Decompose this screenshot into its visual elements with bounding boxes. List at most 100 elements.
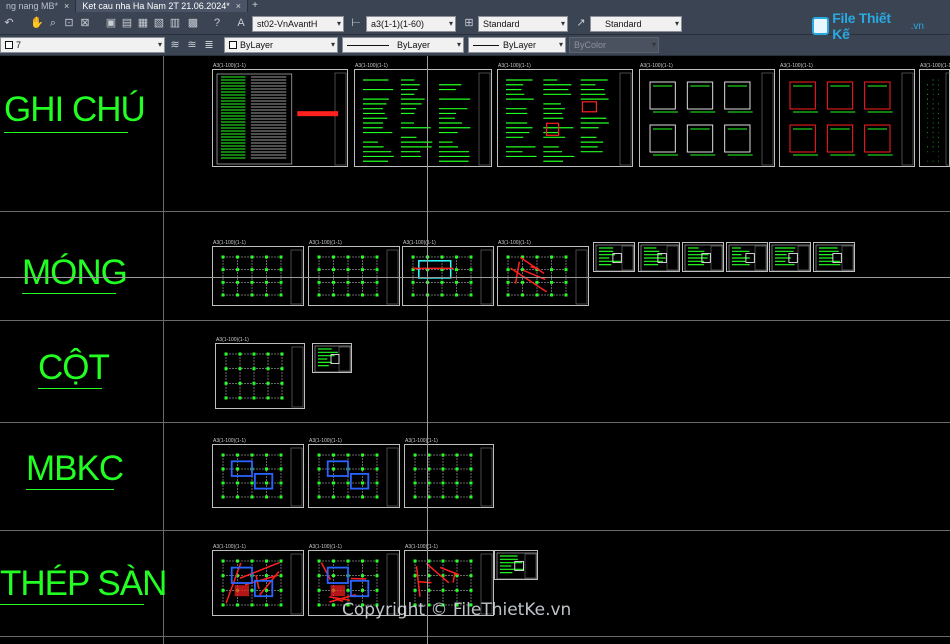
plan-column: [411, 255, 415, 259]
sheet-graphic: [496, 552, 538, 580]
plan-column: [265, 280, 268, 284]
drawing-sheet[interactable]: A3(1-100)(1-1): [919, 63, 950, 167]
drawing-sheet[interactable]: [769, 242, 811, 272]
drawing-sheet[interactable]: [813, 242, 855, 272]
new-tab-button[interactable]: +: [248, 0, 262, 12]
plan-column: [361, 268, 364, 272]
section-title-cot: CỘT: [38, 348, 110, 389]
sheet-graphic: [221, 553, 303, 615]
color-select[interactable]: ByLayer ▾: [224, 37, 338, 53]
section-title-text: GHI CHÚ: [4, 90, 146, 129]
close-icon[interactable]: ×: [64, 0, 69, 12]
plot-style-select: ByColor ▾: [569, 37, 659, 53]
markup-icon[interactable]: ▩: [186, 16, 200, 30]
layer-previous-icon[interactable]: ≊: [185, 38, 199, 52]
title-block: [478, 72, 491, 166]
save-icon[interactable]: ▣: [104, 16, 118, 30]
drawing-sheet[interactable]: A3(1-100)(1-1): [212, 544, 304, 616]
dim-style-icon[interactable]: ⊢: [349, 16, 363, 30]
plan-column: [236, 293, 239, 297]
color-swatch: [229, 41, 237, 49]
title-block: [841, 245, 854, 271]
drawing-sheet[interactable]: A3(1-100)(1-1): [354, 63, 492, 167]
drawing-sheet[interactable]: A3(1-100)(1-1): [497, 63, 633, 167]
lineweight-preview: [473, 45, 499, 46]
multileader-style-select[interactable]: Standard ▾: [590, 16, 682, 32]
drawing-sheet[interactable]: A3(1-100)(1-1): [212, 63, 348, 167]
plan-column: [250, 268, 254, 272]
document-tab-2[interactable]: Ket cau nha Ha Nam 2T 21.06.2024* ×: [76, 0, 249, 12]
plan-column: [279, 280, 283, 284]
drawing-sheet[interactable]: [726, 242, 768, 272]
plan-column: [375, 495, 379, 499]
drawing-sheet[interactable]: [638, 242, 680, 272]
drawing-sheet[interactable]: A3(1-100)(1-1): [308, 240, 400, 306]
linetype-select[interactable]: ByLayer ▾: [342, 37, 464, 53]
sheet-label: A3(1-100)(1-1): [216, 337, 249, 343]
drawing-sheet[interactable]: [593, 242, 635, 272]
plan-column: [332, 453, 335, 457]
lineweight-select[interactable]: ByLayer ▾: [468, 37, 566, 53]
zoom-icon[interactable]: ⌕: [46, 16, 60, 30]
sheet-label: A3(1-100)(1-1): [780, 63, 813, 69]
close-icon[interactable]: ×: [236, 0, 241, 12]
pan-icon[interactable]: ✋: [30, 16, 44, 30]
plan-column: [224, 352, 228, 356]
plan-column: [221, 293, 225, 297]
text-style-icon[interactable]: A: [234, 16, 248, 30]
plan-column: [221, 495, 225, 499]
drawing-sheet[interactable]: A3(1-100)(1-1): [215, 337, 305, 409]
linetype-preview: [347, 45, 389, 46]
drawing-sheet[interactable]: A3(1-100)(1-1): [497, 240, 589, 306]
sheet-set-icon[interactable]: ▥: [168, 16, 182, 30]
text-style-select[interactable]: st02-VnAvantH ▾: [252, 16, 344, 32]
plan-column: [317, 603, 321, 607]
layer-properties-icon[interactable]: ≋: [168, 38, 182, 52]
plan-column: [265, 603, 268, 607]
drawing-sheet[interactable]: A3(1-100)(1-1): [639, 63, 775, 167]
print-icon[interactable]: ▤: [120, 16, 134, 30]
title-block: [480, 447, 493, 507]
plan-column: [250, 255, 254, 259]
zoom-previous-icon[interactable]: ⊠: [78, 16, 92, 30]
layer-states-icon[interactable]: ≣: [202, 38, 216, 52]
drawing-sheet[interactable]: A3(1-100)(1-1): [404, 438, 494, 508]
plan-column: [375, 574, 379, 578]
plan-column: [361, 574, 364, 578]
calculator-icon[interactable]: ▦: [136, 16, 150, 30]
drawing-sheet[interactable]: [682, 242, 724, 272]
drawing-sheet[interactable]: [312, 343, 352, 373]
plan-column: [361, 481, 364, 485]
plan-column: [265, 588, 268, 592]
drawing-sheet[interactable]: [494, 550, 538, 580]
undo-icon[interactable]: ↶: [2, 16, 16, 30]
plan-column: [469, 255, 473, 259]
mleader-style-icon[interactable]: ↗: [574, 16, 588, 30]
plan-column: [221, 481, 225, 485]
plan-column: [332, 255, 335, 259]
plan-column: [252, 352, 256, 356]
table-style-select[interactable]: Standard ▾: [478, 16, 568, 32]
drawing-sheet[interactable]: A3(1-100)(1-1): [308, 438, 400, 508]
plan-column: [361, 467, 364, 471]
document-tab-1[interactable]: ng nang MB* ×: [0, 0, 77, 12]
zoom-window-icon[interactable]: ⊡: [62, 16, 76, 30]
layer-select[interactable]: 7 ▾: [0, 37, 165, 53]
plan-column: [266, 381, 270, 385]
properties-icon[interactable]: ▧: [152, 16, 166, 30]
plan-column: [317, 467, 321, 471]
dim-style-select[interactable]: a3(1-1)(1-60) ▾: [366, 16, 456, 32]
plan-column: [250, 588, 254, 592]
sheet-graphic: [224, 346, 304, 408]
drawing-sheet[interactable]: A3(1-100)(1-1): [779, 63, 915, 167]
drawing-sheet[interactable]: A3(1-100)(1-1): [212, 438, 304, 508]
drawing-sheet[interactable]: A3(1-100)(1-1): [212, 240, 304, 306]
plan-column: [317, 495, 321, 499]
drawing-sheet[interactable]: A3(1-100)(1-1): [402, 240, 494, 306]
grid-row-divider: [0, 636, 950, 637]
chevron-down-icon: ▾: [560, 19, 565, 28]
help-icon[interactable]: ?: [210, 16, 224, 30]
model-space-canvas[interactable]: GHI CHÚ MÓNG CỘT MBKC THÉP SÀN A3(1-100)…: [0, 56, 950, 644]
table-style-icon[interactable]: ⊞: [462, 16, 476, 30]
sheet-graphic: [640, 244, 680, 272]
